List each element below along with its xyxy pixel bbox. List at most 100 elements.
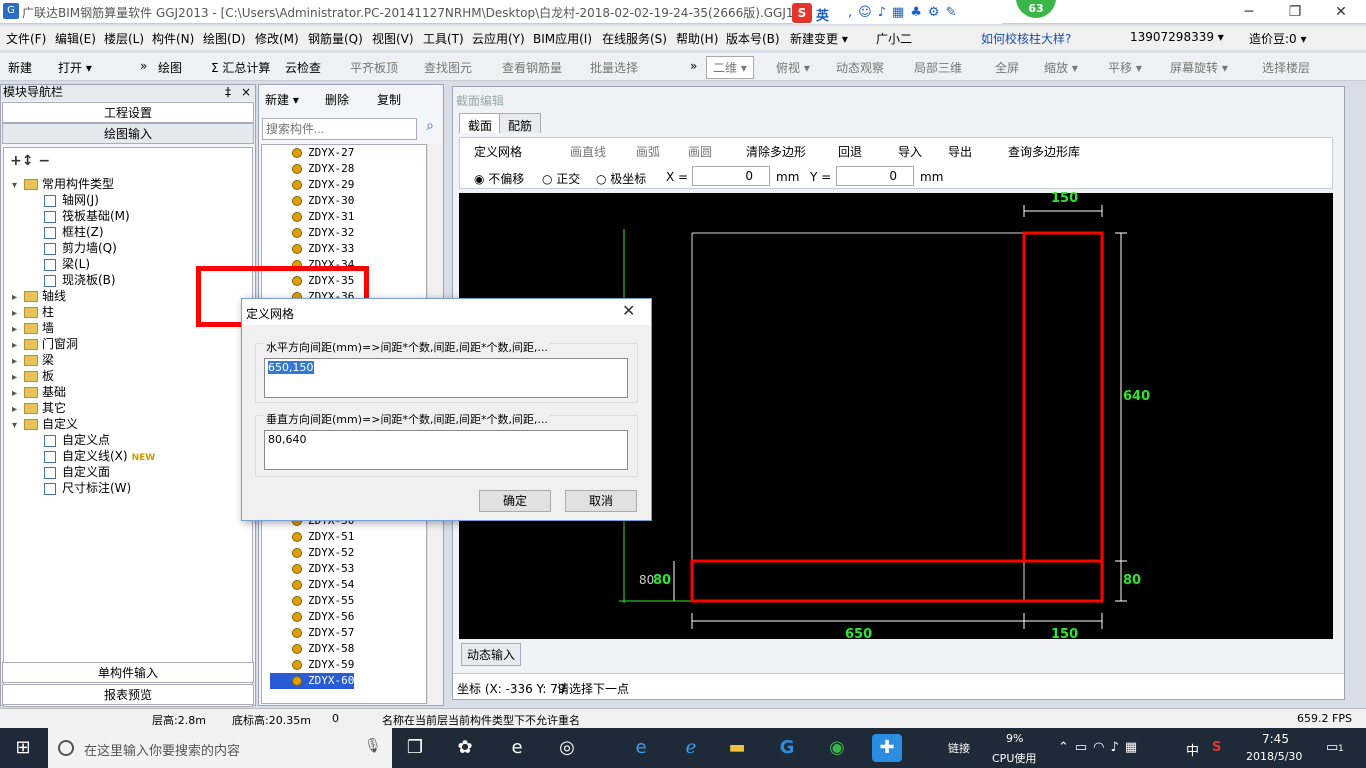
- list-item[interactable]: ZDYX-54: [270, 577, 354, 593]
- menu-modify[interactable]: 修改(M): [255, 30, 299, 47]
- tree-node[interactable]: ▸ 梁: [8, 352, 248, 368]
- menu-online[interactable]: 在线服务(S): [602, 30, 667, 47]
- list-item[interactable]: ZDYX-33: [270, 241, 354, 257]
- single-component-button[interactable]: 单构件输入: [2, 662, 254, 683]
- cancel-button[interactable]: 取消: [565, 490, 637, 512]
- tree-node[interactable]: ▾ 常用构件类型: [8, 176, 248, 192]
- list-item[interactable]: ZDYX-58: [270, 641, 354, 657]
- dynamic-input-button[interactable]: 动态输入: [461, 643, 522, 666]
- 360-browser-icon[interactable]: ◉: [822, 734, 852, 762]
- menu-new-change[interactable]: 新建变更 ▾: [790, 30, 848, 47]
- tree-node[interactable]: 筏板基础(M): [8, 208, 248, 224]
- list-item[interactable]: ZDYX-59: [270, 657, 354, 673]
- tree-node[interactable]: 剪力墙(Q): [8, 240, 248, 256]
- link-label[interactable]: 链接: [948, 740, 970, 756]
- edge-browser-icon[interactable]: e: [626, 734, 656, 762]
- ime-tools-icon[interactable]: ,☺♪▦♣⚙✎: [848, 5, 962, 20]
- select-floor-button[interactable]: 选择楼层: [1262, 59, 1310, 76]
- user-account[interactable]: 13907298339 ▾: [1130, 30, 1224, 44]
- list-item[interactable]: ZDYX-52: [270, 545, 354, 561]
- pan-button[interactable]: 平移 ▾: [1108, 59, 1142, 76]
- top-view-button[interactable]: 俯视 ▾: [776, 59, 810, 76]
- cortana-icon[interactable]: [58, 740, 74, 756]
- ime-lang[interactable]: 英: [816, 5, 829, 24]
- tree-expand-icon[interactable]: ▾: [12, 178, 22, 194]
- tree-node[interactable]: 自定义线(X) NEW: [8, 448, 248, 464]
- menu-view[interactable]: 视图(V): [372, 30, 414, 47]
- menu-help[interactable]: 帮助(H): [676, 30, 718, 47]
- notification-icon[interactable]: ▭: [1326, 740, 1338, 755]
- menu-edit[interactable]: 编辑(E): [55, 30, 96, 47]
- tree-node[interactable]: ▸ 板: [8, 368, 248, 384]
- search-icon[interactable]: ⌕: [419, 118, 441, 140]
- menu-floor[interactable]: 楼层(L): [104, 30, 144, 47]
- tree-node[interactable]: ▾ 自定义: [8, 416, 248, 432]
- fullscreen-button[interactable]: 全屏: [995, 59, 1019, 76]
- maximize-button[interactable]: ❐: [1272, 0, 1318, 24]
- menu-bim[interactable]: BIM应用(I): [533, 30, 592, 47]
- list-item[interactable]: ZDYX-28: [270, 161, 354, 177]
- list-delete-button[interactable]: 删除: [325, 91, 349, 108]
- tray-icons[interactable]: ⌃▭◠♪▦: [1058, 740, 1143, 755]
- sogou-tray-icon[interactable]: S: [1212, 740, 1221, 755]
- menu-tools[interactable]: 工具(T): [423, 30, 464, 47]
- find-element-button[interactable]: 查找图元: [424, 59, 472, 76]
- windows-start-icon[interactable]: ⊞: [8, 734, 38, 762]
- undo-button[interactable]: 回退: [838, 143, 862, 160]
- list-item[interactable]: ZDYX-57: [270, 625, 354, 641]
- query-polygon-lib-button[interactable]: 查询多边形库: [1008, 143, 1080, 160]
- list-item[interactable]: ZDYX-60: [270, 673, 355, 689]
- tree-node[interactable]: ▸ 门窗洞: [8, 336, 248, 352]
- menu-file[interactable]: 文件(F): [6, 30, 46, 47]
- draw-line-button[interactable]: 画直线: [570, 143, 606, 160]
- list-item[interactable]: ZDYX-56: [270, 609, 354, 625]
- x-input[interactable]: 0: [692, 166, 770, 186]
- menu-draw[interactable]: 绘图(D): [203, 30, 246, 47]
- report-preview-button[interactable]: 报表预览: [2, 684, 254, 705]
- fan-app-icon[interactable]: ✿: [450, 734, 480, 762]
- tree-node[interactable]: 框柱(Z): [8, 224, 248, 240]
- tab-section[interactable]: 截面: [459, 113, 502, 133]
- menu-component[interactable]: 构件(N): [152, 30, 194, 47]
- close-button[interactable]: ✕: [1318, 0, 1364, 24]
- list-item[interactable]: ZDYX-53: [270, 561, 354, 577]
- align-slab-top-button[interactable]: 平齐板顶: [350, 59, 398, 76]
- menu-guangxiaoer[interactable]: 广小二: [876, 30, 912, 47]
- speed-badge[interactable]: 63: [1016, 0, 1056, 18]
- list-item[interactable]: ZDYX-29: [270, 177, 354, 193]
- view-rebar-button[interactable]: 查看钢筋量: [502, 59, 562, 76]
- view-2d-select[interactable]: 二维 ▾: [706, 56, 754, 79]
- pin-icon[interactable]: ‡: [225, 85, 231, 100]
- tree-node[interactable]: 自定义面: [8, 464, 248, 480]
- horizontal-spacing-input[interactable]: 650,150: [264, 358, 628, 398]
- local-3d-button[interactable]: 局部三维: [914, 59, 962, 76]
- export-button[interactable]: 导出: [948, 143, 972, 160]
- draw-input-button[interactable]: 绘图输入: [2, 123, 254, 144]
- tree-node[interactable]: ▸ 其它: [8, 400, 248, 416]
- dialog-close-icon[interactable]: ✕: [622, 301, 635, 320]
- help-link[interactable]: 如何校核柱大样?: [981, 30, 1071, 47]
- active-app-icon[interactable]: ✚: [872, 734, 902, 762]
- list-item[interactable]: ZDYX-30: [270, 193, 354, 209]
- clock-date[interactable]: 2018/5/30: [1246, 750, 1302, 763]
- list-item[interactable]: ZDYX-31: [270, 209, 354, 225]
- dynamic-observe-button[interactable]: 动态观察: [836, 59, 884, 76]
- tree-node[interactable]: 轴网(J): [8, 192, 248, 208]
- clock-time[interactable]: 7:45: [1262, 732, 1289, 746]
- list-new-button[interactable]: 新建 ▾: [265, 91, 299, 108]
- menu-cloud[interactable]: 云应用(Y): [472, 30, 525, 47]
- tree-node[interactable]: 尺寸标注(W): [8, 480, 248, 496]
- ie-icon[interactable]: ℯ: [676, 734, 706, 762]
- screen-rotate-button[interactable]: 屏幕旋转 ▾: [1170, 59, 1228, 76]
- draw-circle-button[interactable]: 画圆: [688, 143, 712, 160]
- menu-version[interactable]: 版本号(B): [726, 30, 780, 47]
- zoom-button[interactable]: 缩放 ▾: [1044, 59, 1078, 76]
- sogou-icon[interactable]: S: [792, 3, 812, 23]
- ie-browser-icon[interactable]: e: [502, 734, 532, 762]
- ime-toolbar[interactable]: S 英 ,☺♪▦♣⚙✎: [792, 2, 1002, 24]
- minimize-button[interactable]: ─: [1226, 0, 1272, 24]
- spiral-app-icon[interactable]: ◎: [552, 734, 582, 762]
- list-item[interactable]: ZDYX-51: [270, 529, 354, 545]
- tree-node[interactable]: 自定义点: [8, 432, 248, 448]
- open-button[interactable]: 打开 ▾: [58, 59, 92, 76]
